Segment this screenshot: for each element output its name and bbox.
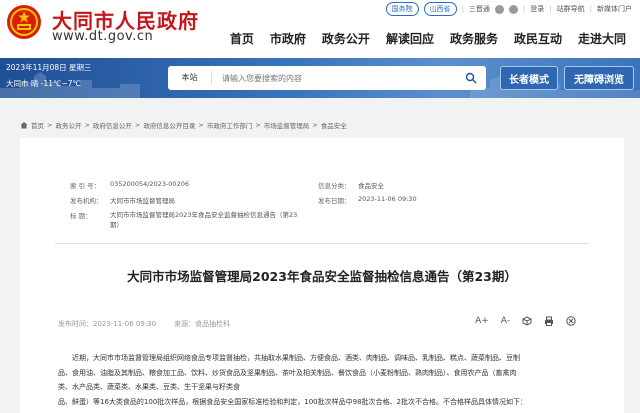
new-media-link[interactable]: 新媒体门户 [597,4,632,14]
font-increase-button[interactable]: A+ [475,316,489,326]
search-scope-select[interactable]: 本站 [168,71,212,85]
article-tools: A+ A- [475,316,576,326]
national-emblem-icon[interactable] [6,4,42,40]
meta-label: 信息分类： [318,182,351,190]
main-nav: 首页 市政府 政务公开 解读回应 政务服务 政民互动 走进大同 [222,30,634,47]
meta-label: 发布日期： [318,197,351,205]
search-banner: 2023年11月08日 星期三 大同市 晴 -11℃~7℃ 本站 长者模式 无障… [0,58,640,98]
search-input[interactable] [212,73,456,83]
meta-title: 标 题： 大同市市场监督管理局2023年食品安全监督抽检信息通告（第23 期） [70,210,310,230]
divider: | [522,5,526,13]
gov-cn-link[interactable]: 国务院 [385,2,419,16]
meta-index: 索 引 号： 035200054/2023-00206 [70,180,189,190]
meta-value: 大同市市场监督管理局2023年食品安全监督抽检信息通告（第23 期） [110,210,310,230]
login-link[interactable]: 登录 [530,4,544,14]
meta-label: 索 引 号： [70,182,101,190]
breadcrumb-separator: > [47,121,53,129]
shanxi-link[interactable]: 山西省 [423,2,457,16]
top-links: 国务院 山西省 | 三晋通 | 登录 | 站群导航 | 新媒体门户 [385,2,632,16]
divider [55,243,589,244]
breadcrumb-item[interactable]: 政府信息公开 [93,120,132,130]
nav-item-government[interactable]: 市政府 [262,30,314,47]
breadcrumb: 首页 > 政务公开 > 政府信息公开 > 政府信息公开目录 > 市政府工作部门 > 市场监… [20,120,347,130]
meta-date: 发布日期： 2023-11-06 09:30 [318,195,417,205]
nav-item-interpretation[interactable]: 解读回应 [378,30,442,47]
barrier-free-button[interactable]: 无障碍浏览 [564,66,634,90]
nav-item-gov-services[interactable]: 政务服务 [442,30,506,47]
home-icon [20,122,28,129]
search-icon [465,72,477,84]
nav-item-gov-affairs-public[interactable]: 政务公开 [314,30,378,47]
font-decrease-button[interactable]: A- [501,316,510,326]
weather-info: 大同市 晴 -11℃~7℃ [6,79,81,88]
article-body: 近期，大同市市场监督管理局组织网络食品专项监督抽检，共抽取水果制品、方便食品、酒… [58,351,598,409]
meta-label: 发布机构： [70,197,103,205]
divider: | [589,5,592,13]
breadcrumb-separator: > [134,121,141,129]
sanqing-link[interactable]: 三晋通 [469,4,490,14]
breadcrumb-separator: > [255,121,261,129]
meta-label: 标 题： [70,212,92,220]
article-card: 索 引 号： 035200054/2023-00206 信息分类： 食品安全 发… [20,138,624,413]
divider: | [461,5,464,13]
search-bar: 本站 [168,66,486,90]
breadcrumb-item[interactable]: 食品安全 [321,120,347,130]
share-icon[interactable] [566,316,576,326]
meta-title-line: 期） [110,221,123,229]
weibo-icon[interactable] [494,4,504,14]
breadcrumb-separator: > [198,121,204,129]
meta-value: 大同市市场监督管理局 [110,197,175,205]
meta-category: 信息分类： 食品安全 [318,180,384,190]
favorite-icon[interactable] [522,316,532,326]
breadcrumb-item[interactable]: 市政府工作部门 [207,120,253,130]
breadcrumb-item[interactable]: 政府信息公开目录 [143,120,195,130]
site-header: 大同市人民政府 www.dt.gov.cn 国务院 山西省 | 三晋通 | 登录… [0,0,640,58]
article-source: 来源：食品抽检科 [174,320,231,328]
breadcrumb-separator: > [312,121,318,129]
breadcrumb-separator: > [84,121,90,129]
site-group-nav-link[interactable]: 站群导航 [557,4,585,14]
current-date: 2023年11月08日 星期三 [6,63,92,72]
content-area: 首页 > 政务公开 > 政府信息公开 > 政府信息公开目录 > 市政府工作部门 > 市场监… [0,98,640,413]
print-icon[interactable] [544,316,554,326]
body-line: 品、鲜蛋）等16大类食品的100批次样品，根据食品安全国家标准检验和判定，100… [58,397,527,406]
breadcrumb-item[interactable]: 市场监督管理局 [264,120,310,130]
site-url: www.dt.gov.cn [52,29,154,44]
breadcrumb-item[interactable]: 政务公开 [55,120,81,130]
meta-title-line: 大同市市场监督管理局2023年食品安全监督抽检信息通告（第23 [110,211,298,219]
nav-item-interaction[interactable]: 政民互动 [506,30,570,47]
publish-time: 发布时间：2023-11-06 09:30 [58,320,157,328]
elder-mode-button[interactable]: 长者模式 [500,66,558,90]
body-line: 类、水产品类、蔬菜类、水果类、豆类、生干坚果与籽类食 [58,383,240,391]
meta-value: 食品安全 [358,182,384,190]
nav-item-about-datong[interactable]: 走进大同 [570,30,634,47]
article-title: 大同市市场监督管理局2023年食品安全监督抽检信息通告（第23期） [127,269,517,284]
body-line: 品、食用油、油脂及其制品、粮食加工品、饮料、炒货食品及坚果制品、茶叶及相关制品、… [58,368,517,377]
meta-org: 发布机构： 大同市市场监督管理局 [70,195,175,205]
nav-item-home[interactable]: 首页 [222,30,262,47]
search-button[interactable] [456,66,486,90]
wechat-icon[interactable] [508,4,518,14]
body-line: 近期，大同市市场监督管理局组织网络食品专项监督抽检，共抽取水果制品、方便食品、酒… [72,354,520,362]
divider: | [549,5,552,13]
meta-value: 2023-11-06 09:30 [358,195,417,203]
meta-value: 035200054/2023-00206 [110,180,189,188]
publish-info: 发布时间：2023-11-06 09:30 来源：食品抽检科 [58,319,230,329]
breadcrumb-item[interactable]: 首页 [31,120,44,130]
